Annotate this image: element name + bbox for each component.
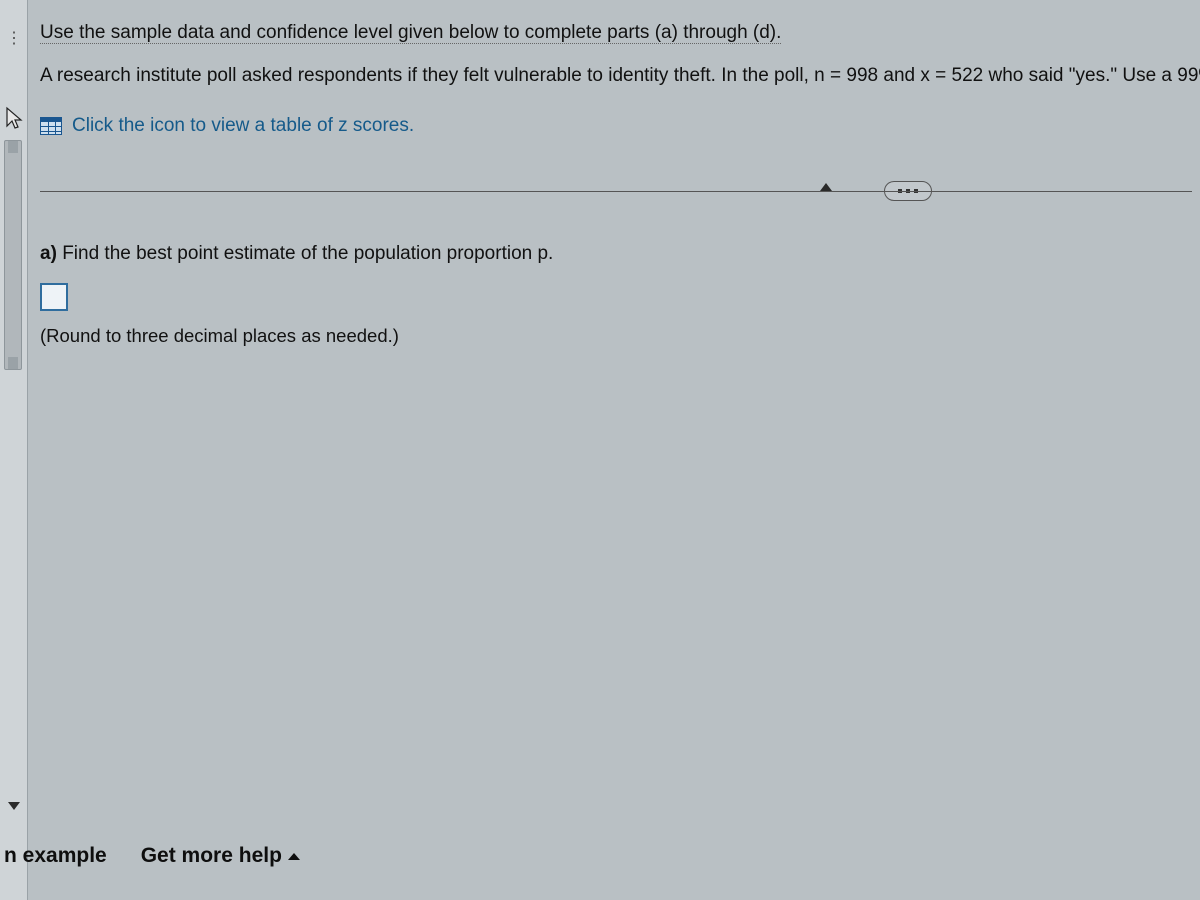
- z-table-link[interactable]: Click the icon to view a table of z scor…: [72, 115, 414, 137]
- help-label: Get more help: [141, 844, 282, 868]
- instruction-text-1: Use the sample data and confidence level…: [40, 22, 781, 44]
- toolbar-dots-icon: ⋮: [6, 28, 22, 48]
- footer-bar: n example Get more help: [0, 834, 1200, 878]
- part-a-hint: (Round to three decimal places as needed…: [40, 325, 1192, 347]
- caret-up-icon: [288, 853, 300, 860]
- get-more-help-button[interactable]: Get more help: [141, 844, 300, 868]
- question-content: Use the sample data and confidence level…: [40, 18, 1200, 347]
- table-icon[interactable]: [40, 117, 62, 135]
- cursor-select-icon[interactable]: [4, 106, 24, 130]
- part-a-label: a): [40, 243, 57, 264]
- example-button[interactable]: n example: [4, 844, 107, 868]
- vertical-scrollbar[interactable]: [4, 140, 22, 370]
- instruction-text-2: A research institute poll asked responde…: [40, 65, 1200, 86]
- part-a-section: a) Find the best point estimate of the p…: [40, 243, 1192, 347]
- part-a-answer-input[interactable]: [40, 283, 68, 311]
- part-a-question-text: Find the best point estimate of the popu…: [62, 243, 553, 264]
- instruction-line-2: A research institute poll asked responde…: [40, 61, 1192, 90]
- instruction-line-1: Use the sample data and confidence level…: [40, 18, 1192, 47]
- z-table-link-row: Click the icon to view a table of z scor…: [40, 115, 1192, 137]
- scroll-down-icon[interactable]: [8, 802, 20, 810]
- left-toolbar: ⋮: [0, 0, 28, 900]
- collapse-up-icon[interactable]: [820, 183, 832, 191]
- divider-line: [40, 191, 1192, 192]
- section-divider-wrap: [40, 177, 1192, 207]
- part-a-question: a) Find the best point estimate of the p…: [40, 243, 1192, 265]
